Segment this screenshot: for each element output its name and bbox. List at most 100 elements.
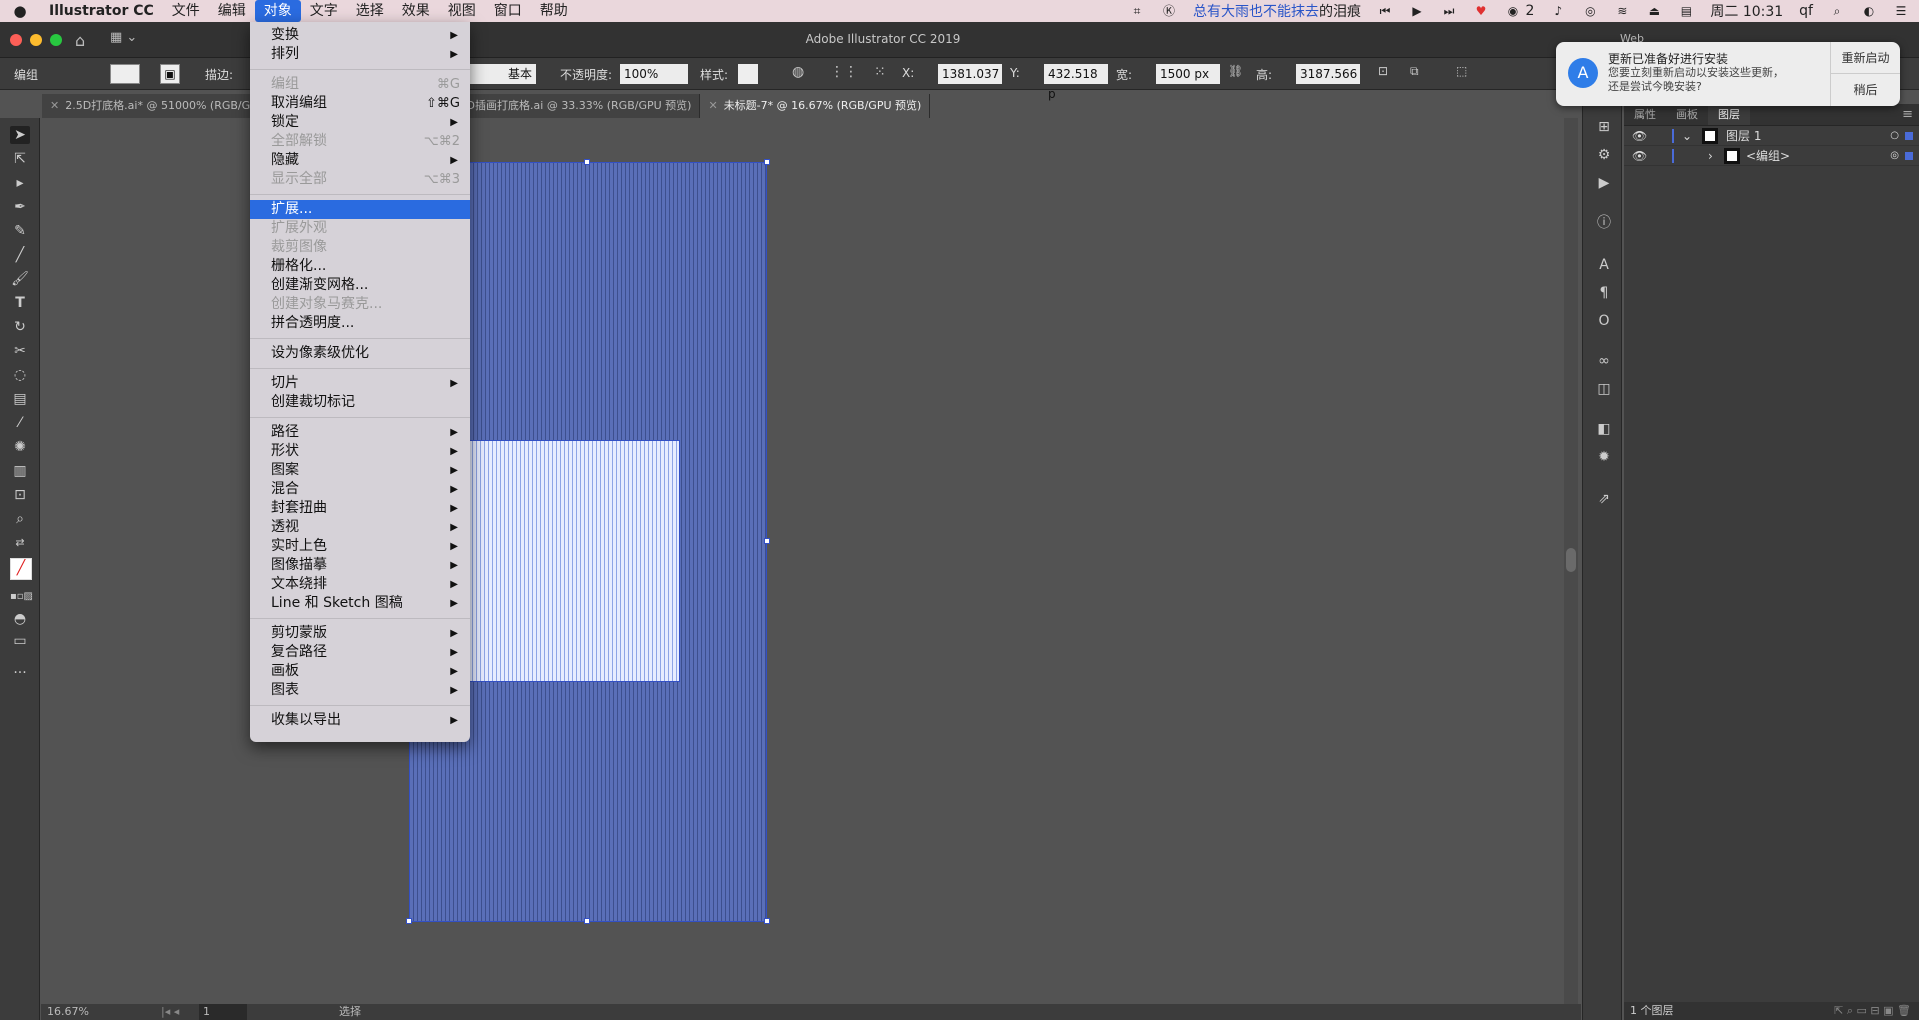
constrain-proportions-icon[interactable]: ⛓ xyxy=(1228,64,1243,78)
selected-inner-rectangle[interactable] xyxy=(440,440,680,682)
wechat-status[interactable]: ◉ 2 xyxy=(1505,3,1535,19)
more-tools-icon[interactable]: ··· xyxy=(10,664,30,682)
graphic-style-swatch[interactable] xyxy=(738,64,758,84)
target-circle-icon[interactable]: ○ xyxy=(1890,126,1899,146)
visibility-eye-icon[interactable]: 👁 xyxy=(1632,146,1647,166)
document-setup-icon[interactable]: ⚙ xyxy=(1595,146,1613,164)
menu-item[interactable]: 图案 ▶ xyxy=(250,461,470,480)
menu-item[interactable]: 扩展... xyxy=(250,200,470,219)
menu-item[interactable]: 变换 ▶ xyxy=(250,26,470,45)
paragraph-icon[interactable]: ¶ xyxy=(1595,284,1613,302)
later-button[interactable]: 稍后 xyxy=(1831,74,1900,106)
reference-point-icon[interactable]: ⁙ xyxy=(874,64,886,80)
menu-select[interactable]: 选择 xyxy=(347,0,393,22)
direct-selection-tool-icon[interactable]: ⇱ xyxy=(10,150,30,168)
eyedropper-tool-icon[interactable]: ⁄ xyxy=(10,414,30,432)
menu-item[interactable]: 文本绕排 ▶ xyxy=(250,575,470,594)
info-icon[interactable]: ⓘ xyxy=(1595,214,1613,232)
menu-item[interactable]: 隐藏 ▶ xyxy=(250,151,470,170)
selection-indicator[interactable] xyxy=(1905,132,1913,140)
x-position-field[interactable]: 1381.037 xyxy=(938,64,1002,84)
actions-play-icon[interactable]: ▶ xyxy=(1595,174,1613,192)
menu-view[interactable]: 视图 xyxy=(439,0,485,22)
menu-item[interactable]: 图表 ▶ xyxy=(250,681,470,700)
menu-item[interactable]: 锁定 ▶ xyxy=(250,113,470,132)
menu-type[interactable]: 文字 xyxy=(301,0,347,22)
layer-row[interactable]: 👁 › <编组> ◎ xyxy=(1624,146,1919,166)
tab-layers[interactable]: 图层 xyxy=(1708,104,1750,125)
now-playing-lyric[interactable]: 总有大雨也不能抹去的泪痕 xyxy=(1193,1,1361,21)
menu-item[interactable]: 图像描摹 ▶ xyxy=(250,556,470,575)
opentype-icon[interactable]: O xyxy=(1595,312,1613,330)
gradient-tool-icon[interactable]: ▤ xyxy=(10,390,30,408)
next-track-icon[interactable]: ⏭ xyxy=(1441,4,1457,18)
eject-icon[interactable]: ⏏ xyxy=(1646,4,1662,18)
tab-artboards[interactable]: 画板 xyxy=(1666,104,1708,125)
pen-tool-icon[interactable]: ✒ xyxy=(10,198,30,216)
arrange-options-icon[interactable]: ⬚ xyxy=(1456,64,1467,78)
curvature-tool-icon[interactable]: ✎ xyxy=(10,222,30,240)
menu-help[interactable]: 帮助 xyxy=(531,0,577,22)
appearance-icon[interactable]: ✹ xyxy=(1595,448,1613,466)
visibility-eye-icon[interactable]: 👁 xyxy=(1632,126,1647,146)
menu-item[interactable]: 拼合透明度... xyxy=(250,314,470,333)
wifi-icon[interactable]: ≋ xyxy=(1614,4,1630,18)
symbol-sprayer-tool-icon[interactable]: ✺ xyxy=(10,438,30,456)
character-icon[interactable]: A xyxy=(1595,256,1613,274)
menu-item[interactable]: 剪切蒙版 ▶ xyxy=(250,624,470,643)
bounding-box-handle[interactable] xyxy=(584,159,590,165)
menu-item[interactable]: 排列 ▶ xyxy=(250,45,470,64)
crop-icon[interactable]: ⌗ xyxy=(1129,4,1145,18)
recolor-artwork-icon[interactable]: ◍ xyxy=(792,64,804,80)
paintbrush-tool-icon[interactable]: 🖌 xyxy=(10,270,30,288)
zoom-level[interactable]: 16.67% xyxy=(47,1004,89,1020)
expand-chevron-icon[interactable]: ⌄ xyxy=(1682,126,1692,146)
notification-center-icon[interactable]: ☰ xyxy=(1893,4,1909,18)
menu-window[interactable]: 窗口 xyxy=(485,0,531,22)
menu-object[interactable]: 对象 xyxy=(254,0,301,22)
menu-item[interactable]: 透视 ▶ xyxy=(250,518,470,537)
asset-export-icon[interactable]: ⊞ xyxy=(1595,118,1613,136)
bounding-box-handle[interactable] xyxy=(764,918,770,924)
shape-options-icon[interactable]: ⧉ xyxy=(1410,64,1419,79)
bounding-box-handle[interactable] xyxy=(584,918,590,924)
play-icon[interactable]: ▶ xyxy=(1409,4,1425,18)
layer-name[interactable]: 图层 1 xyxy=(1726,126,1761,146)
opacity-field[interactable]: 100% xyxy=(620,64,688,84)
layer-row[interactable]: 👁 ⌄ 图层 1 ○ xyxy=(1624,126,1919,146)
apple-menu-icon[interactable]: ● xyxy=(0,2,40,20)
spotlight-search-icon[interactable]: ⌕ xyxy=(1829,4,1845,18)
expand-chevron-icon[interactable]: › xyxy=(1708,146,1713,166)
restart-button[interactable]: 重新启动 xyxy=(1831,42,1900,74)
group-selection-tool-icon[interactable]: ▸ xyxy=(10,174,30,192)
menu-item[interactable]: 栅格化... xyxy=(250,257,470,276)
target-circle-icon[interactable]: ◎ xyxy=(1890,146,1899,166)
stroke-style-dropdown[interactable]: 基本 xyxy=(470,64,536,84)
weibo-icon[interactable]: ◎ xyxy=(1582,4,1598,18)
menu-edit[interactable]: 编辑 xyxy=(209,0,255,22)
selection-tool-icon[interactable]: ➤ xyxy=(10,126,30,144)
vertical-scrollbar[interactable] xyxy=(1564,118,1578,1004)
artboard-tool-icon[interactable]: ⊡ xyxy=(10,486,30,504)
menu-item[interactable]: 复合路径 ▶ xyxy=(250,643,470,662)
draw-mode-icon[interactable]: ◓ xyxy=(10,610,30,628)
export-icon[interactable]: ⇗ xyxy=(1595,490,1613,508)
zoom-tool-icon[interactable]: ⌕ xyxy=(10,510,30,528)
shape-builder-tool-icon[interactable]: ◌ xyxy=(10,366,30,384)
menu-item[interactable]: 混合 ▶ xyxy=(250,480,470,499)
layer-action-icons[interactable]: ⇱ ⌕ ▭ ⊟ ▣ 🗑 xyxy=(1834,1002,1911,1020)
menu-item[interactable]: 实时上色 ▶ xyxy=(250,537,470,556)
transform-icon[interactable]: ⊡ xyxy=(1378,64,1388,78)
scissors-tool-icon[interactable]: ✂ xyxy=(10,342,30,360)
layer-name[interactable]: <编组> xyxy=(1746,146,1790,166)
document-tab-active[interactable]: ✕ 未标题-7* @ 16.67% (RGB/GPU 预览) xyxy=(700,94,931,118)
bounding-box-handle[interactable] xyxy=(764,538,770,544)
menu-item[interactable]: 画板 ▶ xyxy=(250,662,470,681)
swap-fill-stroke-icon[interactable]: ⇄ xyxy=(10,534,30,552)
type-tool-icon[interactable]: T xyxy=(10,294,30,312)
fill-swatch[interactable] xyxy=(110,64,140,84)
y-position-field[interactable]: 432.518 p xyxy=(1044,64,1108,101)
links-icon[interactable]: ∞ xyxy=(1595,352,1613,370)
menu-item[interactable]: 切片 ▶ xyxy=(250,374,470,393)
close-tab-icon[interactable]: ✕ xyxy=(50,99,59,112)
